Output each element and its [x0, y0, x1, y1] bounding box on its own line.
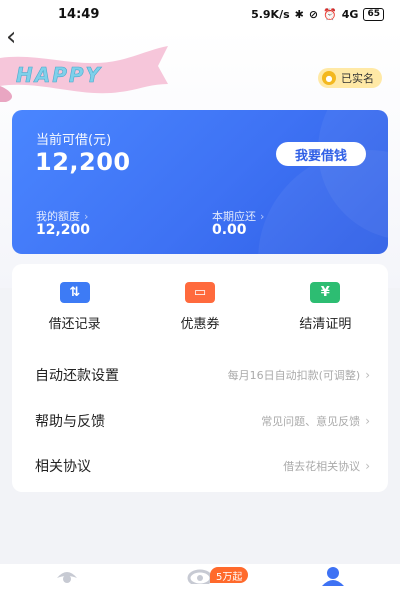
- shortcut-loan-records[interactable]: ⇅ 借还记录: [12, 282, 137, 332]
- shortcut-settlement-proof[interactable]: ¥ 结清证明: [263, 282, 388, 332]
- quota-value: 12,200: [36, 222, 91, 238]
- chevron-right-icon: ›: [365, 459, 370, 473]
- profile-icon: [322, 567, 345, 586]
- row-hint-text: 常见问题、意见反馈: [261, 415, 361, 428]
- alarm-icon: ⏰: [323, 7, 337, 21]
- chevron-right-icon: ›: [365, 368, 370, 382]
- row-hint: 常见问题、意见反馈 ›: [261, 413, 370, 429]
- shortcut-row: ⇅ 借还记录 ▭ 优惠券 ¥ 结清证明: [12, 282, 388, 332]
- coupon-icon: ▭: [184, 282, 215, 303]
- status-icons: 5.9K/s ✱ ⊘ ⏰ 4G 65: [251, 7, 384, 21]
- yen-certificate-icon: ¥: [310, 282, 341, 303]
- menu-panel: ⇅ 借还记录 ▭ 优惠券 ¥ 结清证明 自动还款设置 每月16日自动扣款(可调整…: [12, 264, 388, 492]
- signal-label: 4G: [341, 7, 359, 21]
- verified-badge[interactable]: ● 已实名: [318, 68, 382, 88]
- status-time: 14:49: [58, 6, 100, 22]
- shortcut-label: 优惠券: [180, 317, 220, 332]
- available-label: 当前可借(元): [36, 133, 112, 148]
- verified-label: 已实名: [341, 72, 374, 85]
- bottom-tab-bar: [0, 564, 400, 589]
- home-icon: [56, 572, 77, 583]
- battery-icon: 65: [363, 7, 384, 21]
- exchange-icon: ⇅: [59, 282, 90, 303]
- happy-ribbon-banner: HAPPY: [0, 46, 168, 102]
- borrow-button[interactable]: 我要借钱: [276, 142, 366, 166]
- status-bar: 14:49 5.9K/s ✱ ⊘ ⏰ 4G 65: [0, 0, 400, 28]
- due-value: 0.00: [212, 222, 247, 238]
- settings-row-auto-repay[interactable]: 自动还款设置 每月16日自动扣款(可调整) ›: [12, 355, 388, 395]
- row-title: 相关协议: [35, 459, 91, 475]
- shortcut-label: 结清证明: [299, 317, 352, 332]
- chevron-right-icon: ›: [260, 210, 265, 223]
- settings-row-help[interactable]: 帮助与反馈 常见问题、意见反馈 ›: [12, 401, 388, 441]
- promo-badge: 5万起: [210, 567, 249, 583]
- mute-icon: ⊘: [308, 7, 319, 21]
- available-amount: 12,200: [35, 148, 131, 176]
- verified-coin-icon: ●: [322, 71, 336, 85]
- row-hint-text: 借去花相关协议: [283, 460, 361, 473]
- row-title: 帮助与反馈: [35, 414, 105, 430]
- happy-text: HAPPY: [16, 63, 103, 87]
- card-decoration: [258, 110, 388, 254]
- row-title: 自动还款设置: [35, 368, 119, 384]
- row-hint: 借去花相关协议 ›: [283, 458, 370, 474]
- tab-home[interactable]: [47, 564, 87, 589]
- settings-row-agreements[interactable]: 相关协议 借去花相关协议 ›: [12, 446, 388, 486]
- chevron-right-icon: ›: [365, 414, 370, 428]
- bluetooth-icon: ✱: [294, 7, 304, 21]
- credit-card: 当前可借(元) 12,200 我要借钱 我的额度 › 12,200 本期应还 › 0…: [12, 110, 388, 254]
- tab-profile[interactable]: [313, 564, 353, 589]
- shortcut-coupons[interactable]: ▭ 优惠券: [137, 282, 262, 332]
- row-hint: 每月16日自动扣款(可调整) ›: [228, 367, 370, 383]
- row-hint-text: 每月16日自动扣款(可调整): [227, 369, 361, 382]
- shortcut-label: 借还记录: [48, 317, 101, 332]
- network-speed: 5.9K/s: [251, 7, 290, 21]
